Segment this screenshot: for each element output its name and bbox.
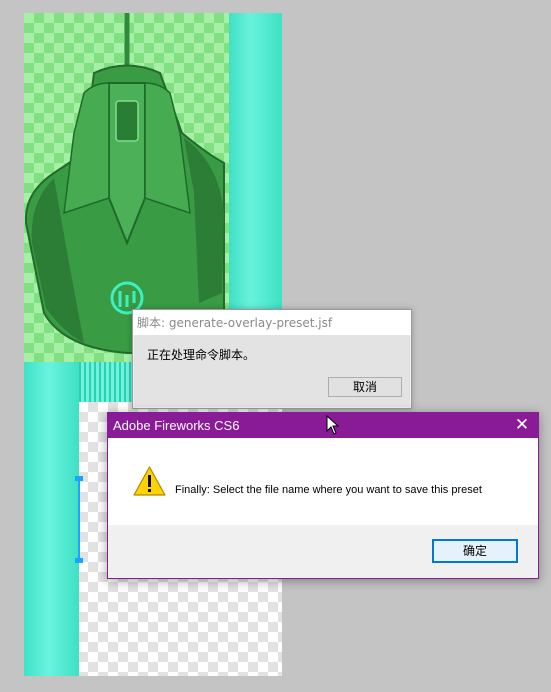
alert-dialog: Adobe Fireworks CS6 ✕ Finally: Select th…	[107, 412, 539, 579]
cancel-button[interactable]: 取消	[328, 377, 402, 397]
ok-button[interactable]: 确定	[432, 539, 518, 563]
selection-guide	[78, 478, 80, 562]
teal-grip-strip	[79, 362, 135, 402]
alert-dialog-title: Adobe Fireworks CS6	[113, 418, 240, 433]
teal-slice-right	[229, 13, 282, 313]
teal-slice-left	[24, 362, 79, 676]
alert-message: Finally: Select the file name where you …	[175, 484, 482, 496]
alert-content: Finally: Select the file name where you …	[108, 438, 538, 525]
alert-footer: 确定	[108, 525, 538, 578]
warning-icon	[133, 466, 166, 496]
script-progress-dialog: 脚本: generate-overlay-preset.jsf 正在处理命令脚本…	[132, 309, 412, 409]
script-dialog-body: 正在处理命令脚本。 取消	[134, 335, 410, 407]
mouse-cursor-icon	[326, 415, 340, 435]
alert-titlebar[interactable]: Adobe Fireworks CS6 ✕	[108, 413, 538, 438]
script-dialog-message: 正在处理命令脚本。	[147, 348, 256, 362]
selection-handle[interactable]	[75, 558, 83, 563]
close-icon[interactable]: ✕	[506, 413, 538, 437]
selection-handle[interactable]	[75, 476, 83, 481]
script-dialog-title: 脚本: generate-overlay-preset.jsf	[133, 310, 411, 335]
